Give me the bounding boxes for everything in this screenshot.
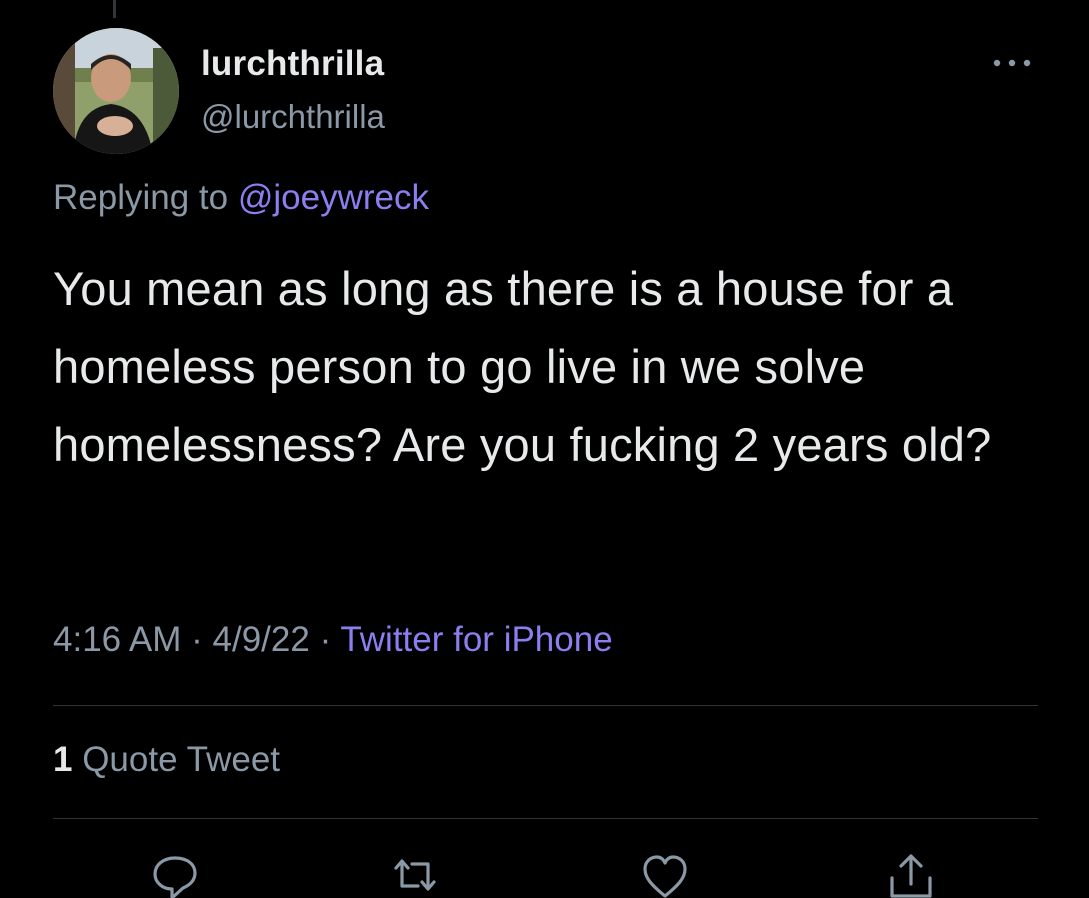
share-button[interactable] <box>886 852 936 898</box>
quote-label: Quote Tweet <box>82 740 281 779</box>
like-icon <box>643 855 687 898</box>
retweet-icon <box>394 859 436 891</box>
author-handle[interactable]: @lurchthrilla <box>201 98 385 136</box>
divider <box>53 705 1038 706</box>
more-options-button[interactable] <box>987 48 1037 78</box>
reply-button[interactable] <box>150 852 200 898</box>
meta-separator: · <box>309 620 341 659</box>
divider <box>53 818 1038 819</box>
meta-separator: · <box>181 620 213 659</box>
quote-tweets-link[interactable]: 1 Quote Tweet <box>53 740 280 780</box>
reply-icon <box>153 856 197 898</box>
more-horizontal-icon <box>993 59 1031 67</box>
tweet-text: You mean as long as there is a house for… <box>53 262 992 471</box>
tweet-metadata: 4:16 AM · 4/9/22 · Twitter for iPhone <box>53 620 613 660</box>
replying-to-line: Replying to @joeywreck <box>53 178 429 218</box>
profile-photo-icon <box>53 28 179 154</box>
avatar[interactable] <box>53 28 179 154</box>
thread-line <box>113 0 116 18</box>
tweet-date[interactable]: 4/9/22 <box>213 620 310 659</box>
quote-count: 1 <box>53 740 73 779</box>
retweet-button[interactable] <box>390 852 440 898</box>
share-icon <box>890 854 932 898</box>
like-button[interactable] <box>640 852 690 898</box>
tweet-detail: lurchthrilla @lurchthrilla Replying to @… <box>0 0 1089 898</box>
tweet-time[interactable]: 4:16 AM <box>53 620 181 659</box>
author-display-name[interactable]: lurchthrilla <box>201 44 384 84</box>
tweet-source-link[interactable]: Twitter for iPhone <box>340 620 612 659</box>
replying-prefix: Replying to <box>53 178 229 217</box>
reply-mention-link[interactable]: @joeywreck <box>238 178 429 217</box>
